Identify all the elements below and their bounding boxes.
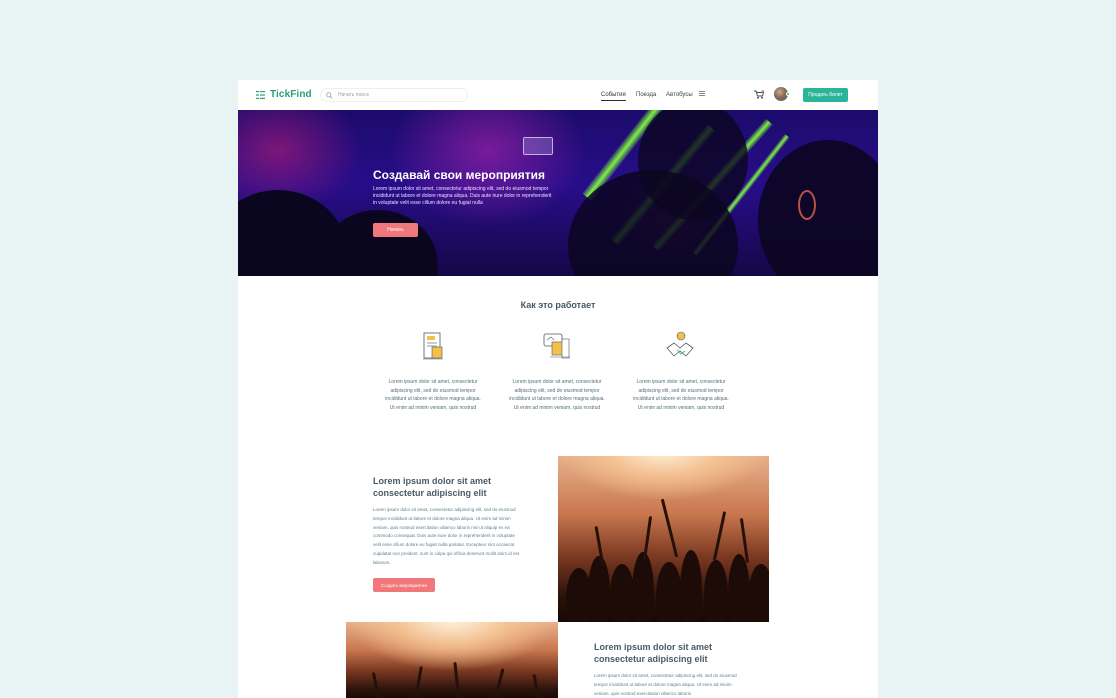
hero-banner: Создавай свои мероприятия Lorem ipsum do… (238, 110, 878, 276)
menu-lines-icon (256, 90, 265, 99)
how-it-works-title: Как это работает (520, 300, 596, 310)
nav-buses[interactable]: Автобусы (666, 92, 693, 98)
step-description: Lorem ipsum dolor sit amet, consectetur … (385, 379, 481, 411)
nav-trains[interactable]: Поезда (636, 92, 656, 98)
logo-text: TickFind (270, 89, 312, 100)
landing-page: TickFind События Поезда Автобусы Продать… (238, 80, 878, 698)
sell-ticket-button[interactable]: Продать билет (803, 88, 848, 102)
search-icon (326, 91, 333, 99)
feature-description: Lorem ipsum dolor sit amet, consectetur … (594, 673, 737, 696)
logo[interactable]: TickFind (256, 89, 312, 100)
hero-title: Создавай свои мероприятия (373, 168, 546, 182)
phone-screen (523, 137, 553, 155)
feature-title: Lorem ipsum dolor sit amet consectetur a… (594, 642, 713, 664)
search-input[interactable] (337, 92, 467, 98)
create-event-button[interactable]: Создать мероприятие (373, 578, 435, 592)
online-status-dot (786, 92, 790, 96)
stage-light (798, 190, 816, 220)
step-description: Lorem ipsum dolor sit amet, consectetur … (633, 379, 729, 411)
handshake-icon (666, 331, 694, 357)
top-header: TickFind События Поезда Автобусы Продать… (238, 80, 878, 110)
document-icon (423, 332, 443, 360)
grid-icon[interactable] (699, 91, 705, 96)
concert-photo (346, 622, 558, 698)
crowd-silhouette (758, 140, 878, 276)
search-box[interactable] (320, 88, 468, 102)
concert-photo (558, 456, 769, 622)
start-button[interactable]: Начать (373, 223, 418, 237)
feature-title: Lorem ipsum dolor sit amet consectetur a… (373, 476, 492, 498)
cart-icon[interactable] (754, 90, 764, 99)
step-description: Lorem ipsum dolor sit amet, consectetur … (509, 379, 605, 411)
hero-description: Lorem ipsum dolor sit amet, consectetur … (373, 186, 552, 206)
feature-description: Lorem ipsum dolor sit amet, consectetur … (373, 507, 520, 565)
payment-terminal-icon (543, 333, 570, 359)
nav-events[interactable]: События (601, 92, 626, 101)
